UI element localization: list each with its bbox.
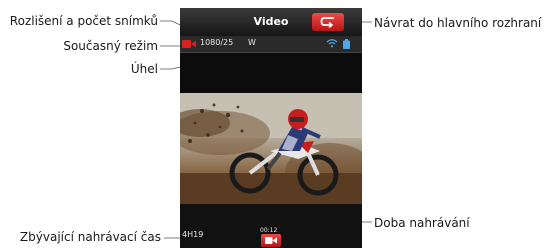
video-camera-icon (182, 40, 196, 48)
preview-top-band (180, 53, 362, 93)
recording-time: 00:12 (260, 227, 278, 234)
camera-app-screen: Video 1080/25 W 4H19 00:12 (180, 8, 362, 248)
live-preview-image (180, 93, 362, 204)
remaining-time: 4H19 (182, 230, 204, 239)
video-camera-icon (265, 237, 277, 244)
battery-icon (343, 39, 350, 49)
motocross-rider-photo (180, 93, 362, 204)
title-bar: Video (180, 8, 362, 36)
wifi-icon (326, 39, 338, 48)
status-bar: 1080/25 W (180, 36, 362, 53)
angle-indicator: W (248, 38, 256, 47)
return-button[interactable] (312, 13, 344, 31)
resolution-fps: 1080/25 (200, 38, 234, 47)
return-arrow-icon (320, 17, 334, 28)
record-button[interactable] (261, 234, 281, 247)
bottom-bar: 4H19 00:12 (180, 204, 362, 248)
